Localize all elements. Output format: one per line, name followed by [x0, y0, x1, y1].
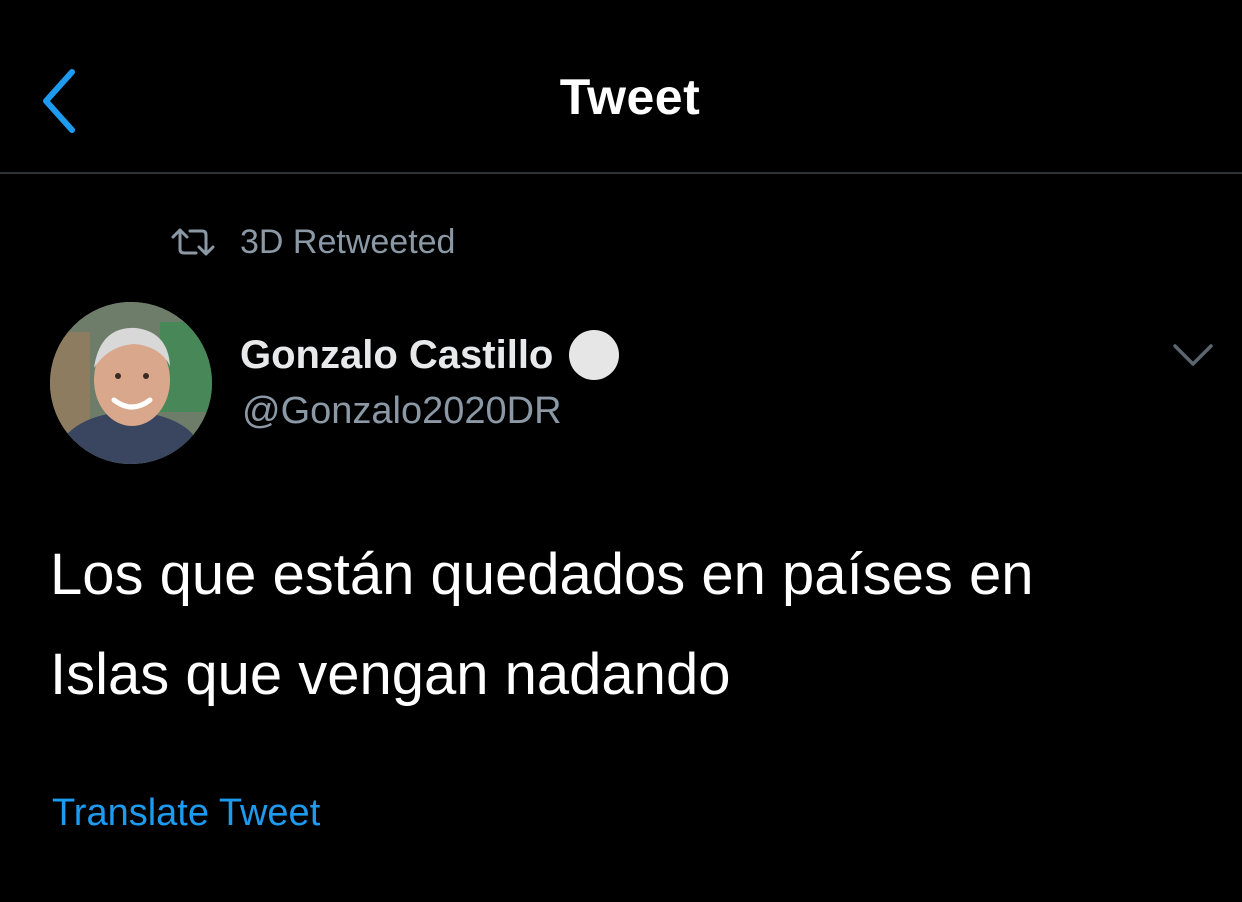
author-handle[interactable]: @Gonzalo2020DR: [242, 390, 562, 433]
avatar-photo: [50, 302, 212, 464]
translate-tweet-link[interactable]: Translate Tweet: [52, 792, 320, 835]
retweet-context[interactable]: 3D Retweeted: [170, 220, 455, 264]
retweet-context-label: 3D Retweeted: [240, 222, 456, 261]
retweet-icon: [171, 228, 215, 256]
author-name-text: Gonzalo Castillo: [240, 332, 554, 377]
tweet-text: Los que están quedados en países en Isla…: [50, 525, 1220, 725]
verified-icon: [569, 330, 620, 380]
page-title: Tweet: [559, 69, 701, 125]
tweet-text-line: Los que están quedados en países en: [50, 542, 1034, 607]
top-navigation-bar: Tweet: [0, 0, 1242, 174]
chevron-down-icon[interactable]: [1170, 340, 1216, 370]
avatar[interactable]: [50, 302, 212, 464]
tweet-text-line: Islas que vengan nadando: [50, 642, 731, 707]
author-name[interactable]: Gonzalo Castillo: [240, 330, 620, 380]
